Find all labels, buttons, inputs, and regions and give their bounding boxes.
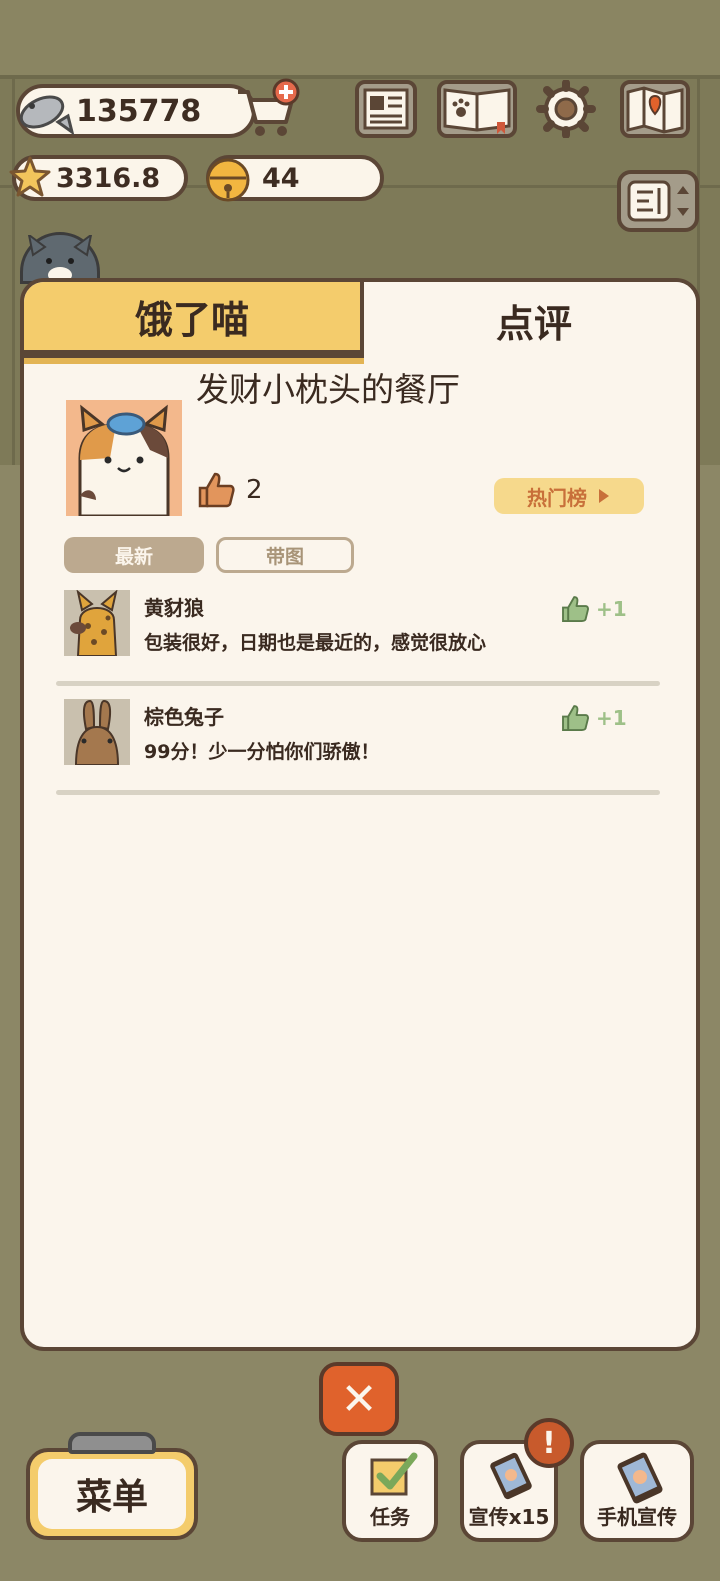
- toggle-icon: [627, 180, 689, 222]
- review-like-button[interactable]: +1: [560, 703, 627, 733]
- reviewer-name: 黄豺狼: [144, 596, 204, 620]
- phone-icon: [617, 1452, 663, 1504]
- cat-book-button[interactable]: [437, 80, 517, 138]
- tab-underline: [24, 358, 364, 364]
- phone-promo-button[interactable]: 手机宣传: [580, 1440, 694, 1542]
- promo-label: 宣传x15: [468, 1505, 550, 1529]
- paw-book-icon: [443, 88, 511, 134]
- menu-clip-decoration: [68, 1432, 156, 1454]
- menu-label: 菜单: [75, 1477, 148, 1518]
- filter-with-image[interactable]: 带图: [216, 537, 354, 573]
- checkbox-icon: [370, 1452, 418, 1496]
- star-count: 3316.8: [56, 162, 161, 194]
- tab-eleme-label: 饿了喵: [134, 297, 249, 342]
- review-text: 99分！少一分怕你们骄傲！: [144, 741, 380, 763]
- review-like-count: +1: [596, 597, 627, 621]
- bell-count: 44: [262, 162, 300, 194]
- hot-list-button[interactable]: 热门榜: [494, 478, 644, 514]
- restaurant-likes: 2: [196, 470, 263, 510]
- list-item: 黄豺狼 包装很好，日期也是最近的，感觉很放心 +1: [56, 582, 660, 686]
- newspaper-icon: [363, 88, 409, 130]
- reviewer-avatar: [64, 699, 130, 765]
- reviewer-name: 棕色兔子: [144, 705, 224, 729]
- thumb-up-icon: [562, 596, 589, 622]
- map-icon: [626, 86, 684, 134]
- list-item: 棕色兔子 99分！少一分怕你们骄傲！ +1: [56, 691, 660, 795]
- filter-with-image-label: 带图: [265, 545, 304, 568]
- tab-reviews[interactable]: 点评: [364, 282, 696, 358]
- close-button[interactable]: ✕: [319, 1362, 399, 1436]
- filter-newest[interactable]: 最新: [64, 537, 204, 573]
- tab-reviews-label: 点评: [495, 301, 572, 346]
- tasks-button[interactable]: 任务: [342, 1440, 438, 1542]
- play-arrow-icon: [599, 489, 609, 503]
- star-icon: [9, 156, 51, 197]
- settings-button[interactable]: [535, 79, 597, 139]
- filter-newest-label: 最新: [114, 545, 153, 568]
- gear-icon: [536, 79, 596, 139]
- menu-board: 菜单: [38, 1459, 186, 1529]
- review-panel: 饿了喵 点评 发财小枕头的餐厅 2 热门榜 最新 带图 黄豺狼 包装很好，日期也…: [20, 278, 700, 1351]
- restaurant-avatar: [66, 400, 182, 516]
- divider: [56, 681, 660, 686]
- tab-eleme[interactable]: 饿了喵: [24, 282, 364, 364]
- newspaper-button[interactable]: [355, 80, 417, 138]
- cart-plus-icon[interactable]: [234, 78, 302, 140]
- bell-icon: [206, 158, 250, 202]
- fish-count: 135778: [76, 93, 202, 129]
- menu-button[interactable]: 菜单: [26, 1448, 198, 1540]
- cat-face-icon: [27, 232, 93, 283]
- review-like-count: +1: [596, 706, 627, 730]
- badge-icon: !: [542, 1425, 556, 1461]
- rabbit-avatar-icon: [64, 699, 130, 765]
- restaurant-like-count: 2: [246, 475, 263, 505]
- phone-promo-label: 手机宣传: [597, 1505, 677, 1529]
- hyena-avatar-icon: [64, 590, 130, 656]
- close-icon: ✕: [340, 1373, 378, 1425]
- thumb-up-icon: [562, 705, 589, 731]
- cat-chef-avatar-icon: [78, 404, 170, 516]
- divider: [56, 790, 660, 795]
- layout-toggle-button[interactable]: [617, 170, 699, 232]
- thumb-up-icon: [198, 472, 235, 508]
- review-text: 包装很好，日期也是最近的，感觉很放心: [144, 632, 487, 654]
- fish-icon: [19, 95, 75, 136]
- peeking-cat-sprite: [20, 232, 100, 284]
- tasks-label: 任务: [370, 1505, 410, 1529]
- background-top: [0, 0, 720, 75]
- notification-badge: !: [524, 1418, 574, 1468]
- review-like-button[interactable]: +1: [560, 594, 627, 624]
- reviewer-avatar: [64, 590, 130, 656]
- restaurant-name: 发财小枕头的餐厅: [196, 370, 460, 409]
- map-button[interactable]: [620, 80, 690, 138]
- hot-list-label: 热门榜: [527, 485, 587, 510]
